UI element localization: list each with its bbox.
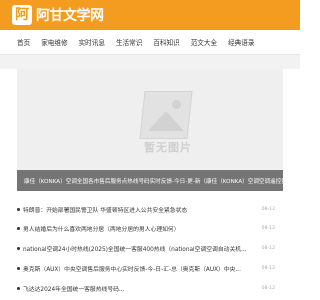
bullet-icon	[17, 226, 20, 230]
mountain-shape	[148, 111, 184, 131]
banner-caption-text: 康佳（KONKA）空调全国各市售后服务点热线号码实时反馈-今日-更-新（康佳（K…	[24, 178, 283, 185]
news-title[interactable]: 特朗普：开始部署国民警卫队 华盛顿特区进入公共安全紧急状态	[23, 205, 255, 214]
nav-divider-band	[0, 55, 300, 69]
news-title[interactable]: 男人结婚后为什么喜欢两地分居（两地分居的男人心理如何）	[23, 224, 255, 233]
bullet-icon	[17, 286, 20, 290]
news-title[interactable]: 奥克斯（AUX）中央空调售后服务中心实时反馈-今-日-汇-总（奥克斯（AUX）中…	[23, 264, 255, 273]
news-title[interactable]: 飞达达2024年全国统一客服热线号码...	[23, 284, 255, 293]
main-nav: 首页 家电维修 实时讯息 生活常识 百科知识 范文大全 经典语录	[0, 30, 300, 55]
nav-item-essays[interactable]: 范文大全	[191, 37, 217, 47]
nav-item-home[interactable]: 首页	[17, 37, 30, 47]
banner-caption[interactable]: 康佳（KONKA）空调全国各市售后服务点热线号码实时反馈-今日-更-新（康佳（K…	[17, 170, 283, 191]
list-item[interactable]: national空调24小时热线(2025)全国统一客服400热线（nation…	[17, 242, 283, 254]
news-title[interactable]: national空调24小时热线(2025)全国统一客服400热线（nation…	[23, 244, 255, 253]
news-date: 08-12	[261, 285, 275, 291]
news-date: 08-12	[261, 206, 275, 212]
list-item[interactable]: 奥克斯（AUX）中央空调售后服务中心实时反馈-今-日-汇-总（奥克斯（AUX）中…	[17, 262, 283, 274]
news-date: 08-12	[261, 245, 275, 251]
bullet-icon	[17, 266, 20, 270]
no-image-placeholder: 暂无图片	[134, 91, 202, 154]
sun-shape	[172, 100, 181, 109]
nav-item-encyclopedia[interactable]: 百科知识	[153, 37, 179, 47]
list-item[interactable]: 飞达达2024年全国统一客服热线号码... 08-12	[17, 282, 283, 294]
logo-mark-icon: 阿	[12, 5, 32, 25]
nav-item-life-tips[interactable]: 生活常识	[116, 37, 142, 47]
list-item[interactable]: 男人结婚后为什么喜欢两地分居（两地分居的男人心理如何） 08-12	[17, 222, 283, 234]
site-header: 阿 阿甘文学网	[0, 0, 300, 30]
news-date: 08-12	[261, 225, 275, 231]
nav-item-quotes[interactable]: 经典语录	[228, 37, 254, 47]
no-image-text: 暂无图片	[144, 141, 192, 154]
bullet-icon	[17, 246, 20, 250]
nav-item-appliance-repair[interactable]: 家电维修	[41, 37, 67, 47]
site-name: 阿甘文学网	[36, 8, 104, 24]
bullet-icon	[17, 207, 20, 211]
list-item[interactable]: 特朗普：开始部署国民警卫队 华盛顿特区进入公共安全紧急状态 08-12	[17, 203, 283, 215]
nav-item-live-news[interactable]: 实时讯息	[79, 37, 105, 47]
site-logo[interactable]: 阿 阿甘文学网	[12, 4, 104, 26]
news-date: 08-12	[261, 265, 275, 271]
